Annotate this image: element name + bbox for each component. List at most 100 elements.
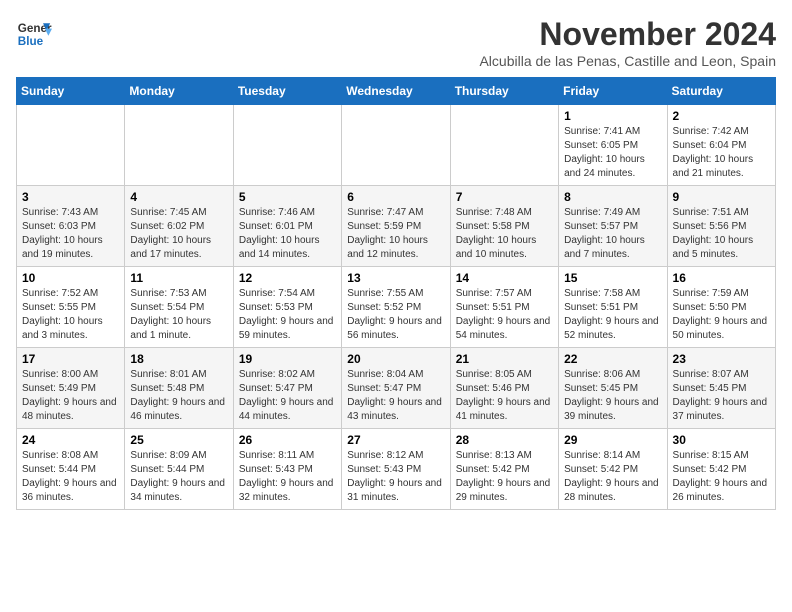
- day-info: Sunrise: 8:06 AM Sunset: 5:45 PM Dayligh…: [564, 368, 661, 424]
- day-cell: 6Sunrise: 7:47 AM Sunset: 5:59 PM Daylig…: [342, 186, 450, 267]
- month-title: November 2024: [479, 16, 776, 53]
- day-cell: 24 Sunrise: 8:08 AM Sunset: 5:44 PM Dayli…: [17, 429, 125, 510]
- day-cell: 7 Sunrise: 7:48 AM Sunset: 5:58 PM Daylig…: [450, 186, 558, 267]
- day-number: 5: [239, 190, 336, 204]
- day-info: Sunrise: 7:48 AM Sunset: 5:58 PM Dayligh…: [456, 206, 553, 262]
- day-cell: 15 Sunrise: 7:58 AM Sunset: 5:51 PM Dayli…: [559, 267, 667, 348]
- day-info: Sunrise: 7:58 AM Sunset: 5:51 PM Dayligh…: [564, 287, 661, 343]
- day-cell: [125, 105, 233, 186]
- day-info: Sunrise: 8:12 AM Sunset: 5:43 PM Dayligh…: [347, 449, 444, 505]
- day-cell: 19Sunrise: 8:02 AM Sunset: 5:47 PM Dayli…: [233, 348, 341, 429]
- day-cell: [450, 105, 558, 186]
- day-info: Sunrise: 8:09 AM Sunset: 5:44 PM Dayligh…: [130, 449, 227, 505]
- day-info: Sunrise: 8:15 AM Sunset: 5:42 PM Dayligh…: [673, 449, 770, 505]
- day-number: 27: [347, 433, 444, 447]
- day-cell: 13 Sunrise: 7:55 AM Sunset: 5:52 PM Dayli…: [342, 267, 450, 348]
- day-number: 18: [130, 352, 227, 366]
- day-number: 15: [564, 271, 661, 285]
- day-number: 23: [673, 352, 770, 366]
- weekday-header-tuesday: Tuesday: [233, 78, 341, 105]
- weekday-header-row: SundayMondayTuesdayWednesdayThursdayFrid…: [17, 78, 776, 105]
- calendar: SundayMondayTuesdayWednesdayThursdayFrid…: [16, 77, 776, 510]
- day-number: 14: [456, 271, 553, 285]
- day-cell: 20Sunrise: 8:04 AM Sunset: 5:47 PM Dayli…: [342, 348, 450, 429]
- day-cell: 14 Sunrise: 7:57 AM Sunset: 5:51 PM Dayli…: [450, 267, 558, 348]
- day-number: 1: [564, 109, 661, 123]
- day-info: Sunrise: 8:02 AM Sunset: 5:47 PM Dayligh…: [239, 368, 336, 424]
- day-info: Sunrise: 7:55 AM Sunset: 5:52 PM Dayligh…: [347, 287, 444, 343]
- logo: General Blue: [16, 16, 52, 52]
- week-row-3: 10 Sunrise: 7:52 AM Sunset: 5:55 PM Dayli…: [17, 267, 776, 348]
- day-number: 2: [673, 109, 770, 123]
- week-row-5: 24 Sunrise: 8:08 AM Sunset: 5:44 PM Dayli…: [17, 429, 776, 510]
- day-number: 22: [564, 352, 661, 366]
- day-cell: 9 Sunrise: 7:51 AM Sunset: 5:56 PM Daylig…: [667, 186, 775, 267]
- day-info: Sunrise: 8:13 AM Sunset: 5:42 PM Dayligh…: [456, 449, 553, 505]
- day-cell: 11Sunrise: 7:53 AM Sunset: 5:54 PM Dayli…: [125, 267, 233, 348]
- day-info: Sunrise: 7:59 AM Sunset: 5:50 PM Dayligh…: [673, 287, 770, 343]
- weekday-header-friday: Friday: [559, 78, 667, 105]
- day-cell: 16 Sunrise: 7:59 AM Sunset: 5:50 PM Dayli…: [667, 267, 775, 348]
- weekday-header-sunday: Sunday: [17, 78, 125, 105]
- day-number: 8: [564, 190, 661, 204]
- day-cell: [342, 105, 450, 186]
- day-number: 10: [22, 271, 119, 285]
- week-row-1: 1 Sunrise: 7:41 AM Sunset: 6:05 PM Daylig…: [17, 105, 776, 186]
- day-cell: 17 Sunrise: 8:00 AM Sunset: 5:49 PM Dayli…: [17, 348, 125, 429]
- weekday-header-thursday: Thursday: [450, 78, 558, 105]
- day-number: 11: [130, 271, 227, 285]
- day-info: Sunrise: 8:04 AM Sunset: 5:47 PM Dayligh…: [347, 368, 444, 424]
- day-number: 13: [347, 271, 444, 285]
- week-row-4: 17 Sunrise: 8:00 AM Sunset: 5:49 PM Dayli…: [17, 348, 776, 429]
- day-info: Sunrise: 8:07 AM Sunset: 5:45 PM Dayligh…: [673, 368, 770, 424]
- day-info: Sunrise: 8:01 AM Sunset: 5:48 PM Dayligh…: [130, 368, 227, 424]
- day-info: Sunrise: 8:11 AM Sunset: 5:43 PM Dayligh…: [239, 449, 336, 505]
- day-info: Sunrise: 7:41 AM Sunset: 6:05 PM Dayligh…: [564, 125, 661, 181]
- day-cell: [233, 105, 341, 186]
- day-info: Sunrise: 7:51 AM Sunset: 5:56 PM Dayligh…: [673, 206, 770, 262]
- weekday-header-saturday: Saturday: [667, 78, 775, 105]
- day-info: Sunrise: 7:45 AM Sunset: 6:02 PM Dayligh…: [130, 206, 227, 262]
- day-info: Sunrise: 7:47 AM Sunset: 5:59 PM Dayligh…: [347, 206, 444, 262]
- day-cell: 2Sunrise: 7:42 AM Sunset: 6:04 PM Daylig…: [667, 105, 775, 186]
- day-info: Sunrise: 7:46 AM Sunset: 6:01 PM Dayligh…: [239, 206, 336, 262]
- day-cell: 4Sunrise: 7:45 AM Sunset: 6:02 PM Daylig…: [125, 186, 233, 267]
- day-info: Sunrise: 7:54 AM Sunset: 5:53 PM Dayligh…: [239, 287, 336, 343]
- logo-icon: General Blue: [16, 16, 52, 52]
- day-number: 21: [456, 352, 553, 366]
- day-number: 9: [673, 190, 770, 204]
- day-cell: 21 Sunrise: 8:05 AM Sunset: 5:46 PM Dayli…: [450, 348, 558, 429]
- title-block: November 2024 Alcubilla de las Penas, Ca…: [479, 16, 776, 69]
- day-info: Sunrise: 7:43 AM Sunset: 6:03 PM Dayligh…: [22, 206, 119, 262]
- week-row-2: 3Sunrise: 7:43 AM Sunset: 6:03 PM Daylig…: [17, 186, 776, 267]
- day-number: 7: [456, 190, 553, 204]
- day-cell: 30 Sunrise: 8:15 AM Sunset: 5:42 PM Dayli…: [667, 429, 775, 510]
- day-cell: 28 Sunrise: 8:13 AM Sunset: 5:42 PM Dayli…: [450, 429, 558, 510]
- day-number: 24: [22, 433, 119, 447]
- day-number: 17: [22, 352, 119, 366]
- day-number: 16: [673, 271, 770, 285]
- day-info: Sunrise: 7:49 AM Sunset: 5:57 PM Dayligh…: [564, 206, 661, 262]
- weekday-header-monday: Monday: [125, 78, 233, 105]
- day-number: 28: [456, 433, 553, 447]
- day-cell: [17, 105, 125, 186]
- day-info: Sunrise: 8:14 AM Sunset: 5:42 PM Dayligh…: [564, 449, 661, 505]
- day-cell: 25 Sunrise: 8:09 AM Sunset: 5:44 PM Dayli…: [125, 429, 233, 510]
- day-info: Sunrise: 7:57 AM Sunset: 5:51 PM Dayligh…: [456, 287, 553, 343]
- day-cell: 22 Sunrise: 8:06 AM Sunset: 5:45 PM Dayli…: [559, 348, 667, 429]
- day-number: 30: [673, 433, 770, 447]
- day-cell: 12Sunrise: 7:54 AM Sunset: 5:53 PM Dayli…: [233, 267, 341, 348]
- day-info: Sunrise: 8:05 AM Sunset: 5:46 PM Dayligh…: [456, 368, 553, 424]
- day-cell: 10 Sunrise: 7:52 AM Sunset: 5:55 PM Dayli…: [17, 267, 125, 348]
- day-number: 25: [130, 433, 227, 447]
- day-cell: 3Sunrise: 7:43 AM Sunset: 6:03 PM Daylig…: [17, 186, 125, 267]
- day-info: Sunrise: 7:52 AM Sunset: 5:55 PM Dayligh…: [22, 287, 119, 343]
- weekday-header-wednesday: Wednesday: [342, 78, 450, 105]
- svg-text:Blue: Blue: [18, 35, 44, 48]
- day-info: Sunrise: 8:08 AM Sunset: 5:44 PM Dayligh…: [22, 449, 119, 505]
- day-number: 26: [239, 433, 336, 447]
- day-cell: 1 Sunrise: 7:41 AM Sunset: 6:05 PM Daylig…: [559, 105, 667, 186]
- day-info: Sunrise: 8:00 AM Sunset: 5:49 PM Dayligh…: [22, 368, 119, 424]
- day-cell: 26 Sunrise: 8:11 AM Sunset: 5:43 PM Dayli…: [233, 429, 341, 510]
- day-cell: 23 Sunrise: 8:07 AM Sunset: 5:45 PM Dayli…: [667, 348, 775, 429]
